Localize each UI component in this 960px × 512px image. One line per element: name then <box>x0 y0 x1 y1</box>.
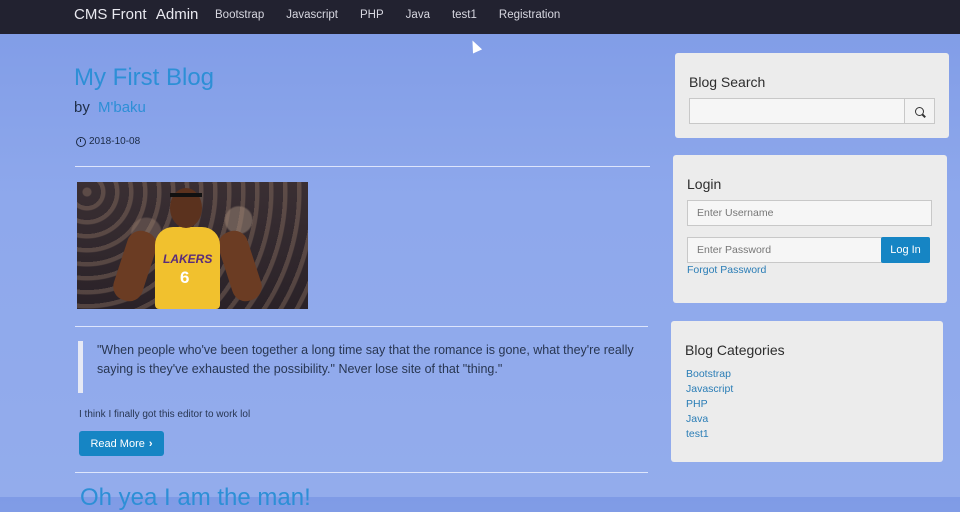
search-button[interactable] <box>904 98 935 124</box>
read-more-label: Read More <box>90 437 145 450</box>
divider <box>75 166 650 167</box>
category-link-bootstrap[interactable]: Bootstrap <box>686 367 733 382</box>
post-blockquote: "When people who've been together a long… <box>78 341 638 393</box>
login-title: Login <box>687 176 722 192</box>
nav-link-bootstrap[interactable]: Bootstrap <box>215 9 264 21</box>
blog-search-panel: Blog Search <box>675 53 949 138</box>
player-headband <box>170 193 202 197</box>
brand-cms-front[interactable]: CMS Front <box>74 6 147 23</box>
search-icon <box>915 106 924 116</box>
password-placeholder: Enter Password <box>697 244 772 256</box>
brand-admin[interactable]: Admin <box>156 6 199 23</box>
clock-icon <box>76 136 86 147</box>
username-placeholder: Enter Username <box>697 207 774 219</box>
blog-categories-panel: Blog Categories Bootstrap Javascript PHP… <box>671 321 943 462</box>
post-byline: by M'baku <box>74 99 146 116</box>
jersey-number: 6 <box>180 268 190 287</box>
top-navbar: CMS Front Admin Bootstrap Javascript PHP… <box>0 0 960 34</box>
category-link-php[interactable]: PHP <box>686 397 733 412</box>
log-in-button[interactable]: Log In <box>881 237 930 263</box>
next-post-title[interactable]: Oh yea I am the man! <box>80 484 311 512</box>
category-link-test1[interactable]: test1 <box>686 427 733 442</box>
nav-link-test1[interactable]: test1 <box>452 9 477 21</box>
post-date-text: 2018-10-08 <box>89 136 141 147</box>
blog-search-title: Blog Search <box>689 74 766 90</box>
category-list: Bootstrap Javascript PHP Java test1 <box>686 367 733 442</box>
byline-prefix: by <box>74 99 90 116</box>
post-author-link[interactable]: M'baku <box>98 99 146 116</box>
post-date: 2018-10-08 <box>76 136 140 147</box>
search-input[interactable] <box>689 98 905 124</box>
divider <box>75 472 648 473</box>
forgot-password-link[interactable]: Forgot Password <box>687 264 766 276</box>
divider <box>75 326 648 327</box>
post-image: LAKERS 6 <box>77 182 308 309</box>
nav-link-java[interactable]: Java <box>406 9 430 21</box>
jersey-team-text: LAKERS <box>163 252 213 266</box>
nav-link-php[interactable]: PHP <box>360 9 384 21</box>
nav-link-registration[interactable]: Registration <box>499 9 560 21</box>
post-body-text: I think I finally got this editor to wor… <box>79 409 251 420</box>
post-title[interactable]: My First Blog <box>74 64 214 92</box>
mouse-cursor-icon <box>467 38 483 54</box>
read-more-button[interactable]: Read More › <box>79 431 164 456</box>
blog-categories-title: Blog Categories <box>685 342 785 358</box>
nav-link-javascript[interactable]: Javascript <box>286 9 338 21</box>
password-input[interactable]: Enter Password <box>687 237 882 263</box>
category-link-java[interactable]: Java <box>686 412 733 427</box>
login-panel: Login Enter Username Enter Password Log … <box>673 155 947 303</box>
username-input[interactable]: Enter Username <box>687 200 932 226</box>
category-link-javascript[interactable]: Javascript <box>686 382 733 397</box>
chevron-right-icon: › <box>148 437 153 450</box>
brand[interactable]: CMS Front Admin <box>74 6 204 23</box>
nav-links: Bootstrap Javascript PHP Java test1 Regi… <box>215 9 560 21</box>
